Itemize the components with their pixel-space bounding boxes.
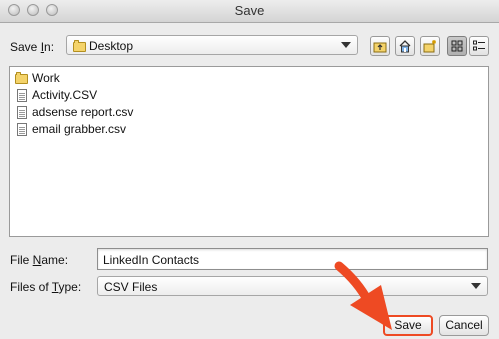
title-bar: Save: [0, 0, 499, 23]
folder-icon: [73, 40, 86, 52]
file-icon: [17, 123, 27, 136]
file-name-value: LinkedIn Contacts: [103, 253, 200, 267]
save-dialog: Save Save In: Desktop Work Activity.CSV …: [0, 0, 499, 339]
file-icon: [17, 89, 27, 102]
file-name-input[interactable]: LinkedIn Contacts: [97, 248, 488, 270]
new-folder-icon: [423, 40, 436, 53]
up-one-level-button[interactable]: [370, 36, 390, 56]
save-in-value: Desktop: [89, 39, 134, 53]
list-item[interactable]: adsense report.csv: [14, 104, 214, 121]
file-name-label: File Name:: [10, 253, 69, 267]
list-item[interactable]: Activity.CSV: [14, 87, 214, 104]
list-view-button[interactable]: [447, 36, 467, 56]
file-type-label: Files of Type:: [10, 280, 82, 294]
file-list[interactable]: Work Activity.CSV adsense report.csv ema…: [9, 66, 489, 237]
list-item[interactable]: Work: [14, 70, 214, 87]
save-button[interactable]: Save: [383, 315, 433, 336]
save-in-dropdown[interactable]: Desktop: [66, 35, 358, 55]
list-view-icon: [451, 40, 463, 52]
list-item[interactable]: email grabber.csv: [14, 121, 214, 138]
home-button[interactable]: [395, 36, 415, 56]
file-icon: [17, 106, 27, 119]
details-view-icon: [473, 40, 485, 51]
up-one-level-icon: [373, 42, 387, 53]
save-in-label: Save In:: [10, 40, 55, 54]
home-icon: [399, 40, 411, 53]
new-folder-button[interactable]: [420, 36, 440, 56]
file-type-value: CSV Files: [104, 280, 158, 294]
folder-icon: [15, 72, 28, 84]
details-view-button[interactable]: [469, 36, 489, 56]
chevron-down-icon: [341, 42, 351, 48]
chevron-down-icon: [471, 283, 481, 289]
cancel-button[interactable]: Cancel: [439, 315, 489, 336]
file-type-dropdown[interactable]: CSV Files: [97, 276, 488, 296]
window-title: Save: [234, 3, 265, 18]
